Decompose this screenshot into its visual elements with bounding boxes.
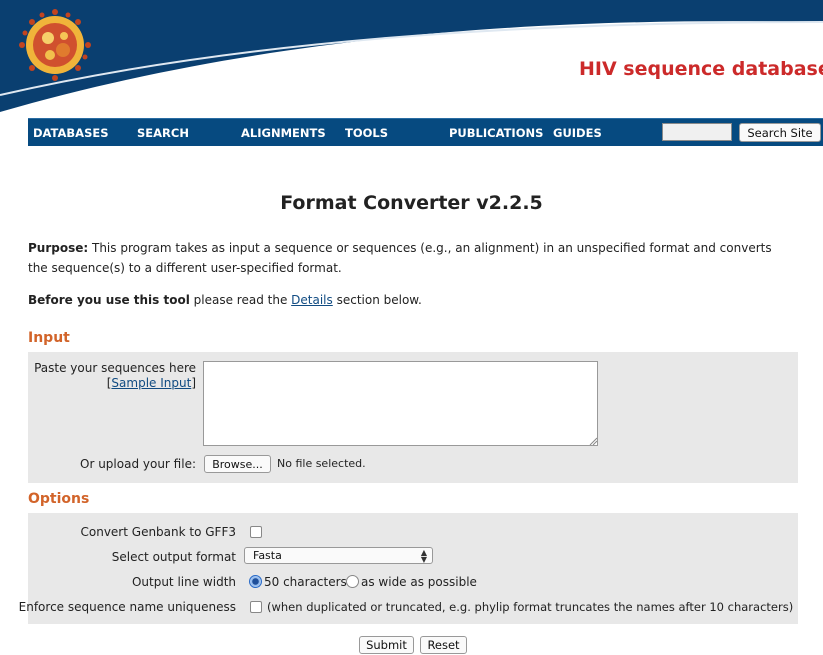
file-status-text: No file selected. xyxy=(277,457,366,470)
output-format-label: Select output format xyxy=(111,550,236,564)
name-uniqueness-checkbox[interactable] xyxy=(250,601,262,613)
reset-button[interactable]: Reset xyxy=(420,636,467,654)
page-title: Format Converter v2.2.5 xyxy=(280,192,543,214)
details-link[interactable]: Details xyxy=(291,293,333,307)
site-search-input[interactable] xyxy=(662,123,732,141)
name-uniqueness-note: (when duplicated or truncated, e.g. phyl… xyxy=(267,600,794,614)
header-swoosh xyxy=(0,0,823,112)
submit-button[interactable]: Submit xyxy=(359,636,414,654)
genbank-label: Convert Genbank to GFF3 xyxy=(80,525,237,539)
sequence-textarea[interactable] xyxy=(203,361,598,446)
before-use-text: please read the xyxy=(193,293,288,307)
genbank-checkbox[interactable] xyxy=(250,526,262,538)
before-use-paragraph: Before you use this tool please read the… xyxy=(28,290,422,310)
resize-grip-icon[interactable] xyxy=(589,437,597,445)
nav-search[interactable]: SEARCH xyxy=(137,126,189,140)
nav-alignments[interactable]: ALIGNMENTS xyxy=(241,126,326,140)
nav-databases[interactable]: DATABASES xyxy=(33,126,109,140)
input-panel: Paste your sequences here [Sample Input]… xyxy=(28,352,798,483)
purpose-paragraph: Purpose: This program takes as input a s… xyxy=(28,238,788,278)
sample-input-link[interactable]: Sample Input xyxy=(111,376,191,390)
radio-wide-as-possible-label: as wide as possible xyxy=(361,575,477,589)
before-use-label: Before you use this tool xyxy=(28,293,190,307)
site-title: HIV sequence database xyxy=(579,58,823,80)
output-format-value: Fasta xyxy=(253,549,282,562)
purpose-text: This program takes as input a sequence o… xyxy=(28,241,772,275)
radio-50-characters[interactable] xyxy=(249,575,262,588)
main-navbar: DATABASES SEARCH ALIGNMENTS TOOLS PUBLIC… xyxy=(28,118,823,146)
options-panel: Convert Genbank to GFF3 Select output fo… xyxy=(19,513,798,624)
sample-input-wrapper: [Sample Input] xyxy=(106,376,196,390)
purpose-label: Purpose: xyxy=(28,241,89,255)
radio-50-characters-label: 50 characters xyxy=(264,575,347,589)
output-format-select[interactable]: Fasta ▲ ▼ xyxy=(244,547,433,564)
nav-tools[interactable]: TOOLS xyxy=(345,126,388,140)
nav-guides[interactable]: GUIDES xyxy=(553,126,602,140)
radio-wide-as-possible[interactable] xyxy=(346,575,359,588)
browse-file-button[interactable]: Browse... xyxy=(204,455,271,473)
upload-label: Or upload your file: xyxy=(80,457,196,471)
nav-publications[interactable]: PUBLICATIONS xyxy=(449,126,543,140)
header-banner xyxy=(0,0,823,112)
name-uniqueness-label: Enforce sequence name uniqueness xyxy=(18,600,236,614)
select-arrows-icon: ▲ ▼ xyxy=(420,548,427,564)
options-heading: Options xyxy=(28,491,90,507)
line-width-label: Output line width xyxy=(131,575,236,589)
input-heading: Input xyxy=(28,330,70,346)
paste-label: Paste your sequences here xyxy=(34,361,196,375)
before-use-text-end: section below. xyxy=(336,293,422,307)
search-site-button[interactable]: Search Site xyxy=(739,123,821,142)
